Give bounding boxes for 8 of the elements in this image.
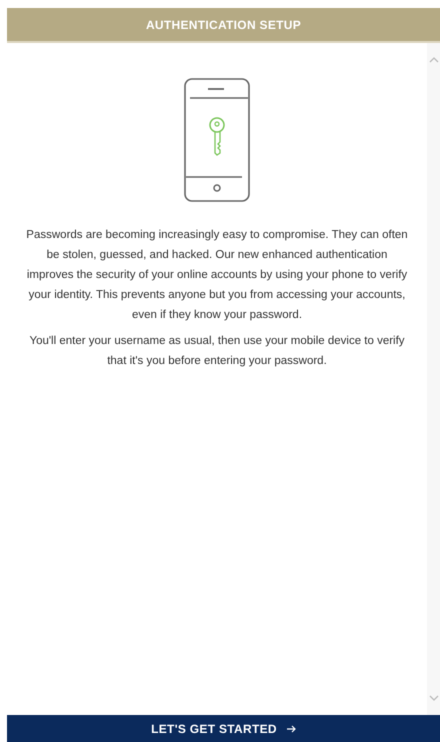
scroll-up-icon[interactable] — [428, 57, 438, 63]
description-paragraph: You'll enter your username as usual, then use your mobile device to verify that it's you before entering your password. — [28, 334, 406, 369]
phone-with-key-icon — [184, 78, 250, 202]
arrow-right-icon — [286, 724, 296, 732]
scroll-down-icon[interactable] — [428, 695, 438, 701]
get-started-button[interactable]: LET'S GET STARTED — [7, 715, 440, 742]
description-paragraph: Passwords are becoming increasingly easy to compromise. They can often be stolen, guessed, and hacked. Our new enhanced authentication improves the security of your online accounts by using your phone to verify your identity. This prevents anyone but you from accessing your accounts, even if they know your password. — [25, 228, 409, 323]
header-title: AUTHENTICATION SETUP — [146, 16, 302, 34]
